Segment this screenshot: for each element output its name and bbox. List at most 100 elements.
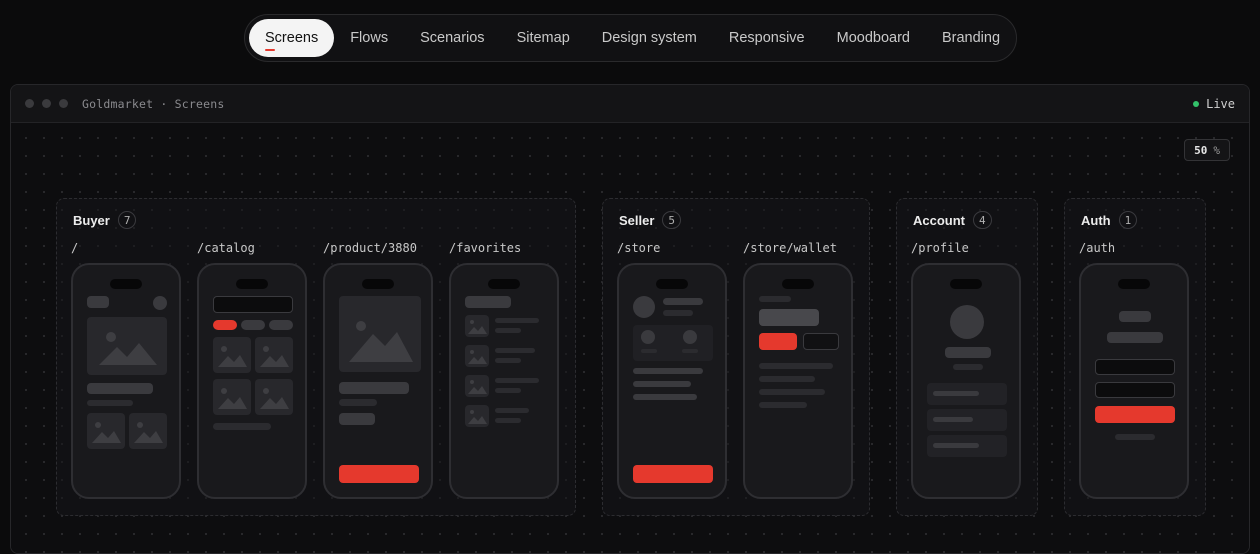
group-header: Account 4 xyxy=(913,211,992,229)
screen-thumbnail-catalog[interactable] xyxy=(197,263,307,499)
placeholder-block xyxy=(945,347,991,358)
placeholder-block xyxy=(641,349,657,353)
image-placeholder-icon xyxy=(129,413,167,449)
view-tabs: Screens Flows Scenarios Sitemap Design s… xyxy=(244,14,1017,62)
zoom-value: 50 xyxy=(1194,143,1208,157)
chip-placeholder xyxy=(269,320,293,330)
placeholder-block xyxy=(87,400,133,406)
tab-flows[interactable]: Flows xyxy=(334,19,404,57)
phone-notch xyxy=(362,279,394,289)
placeholder-block xyxy=(213,423,271,430)
phone-notch xyxy=(656,279,688,289)
phone-notch xyxy=(110,279,142,289)
placeholder-block xyxy=(495,378,539,383)
placeholder-block xyxy=(495,318,539,323)
placeholder-block xyxy=(1119,311,1151,322)
placeholder-block xyxy=(495,408,529,413)
tab-responsive[interactable]: Responsive xyxy=(713,19,821,57)
screen-thumbnail-auth[interactable] xyxy=(1079,263,1189,499)
placeholder-block xyxy=(1115,434,1155,440)
placeholder-block xyxy=(1107,332,1163,343)
screen-thumbnail-wallet[interactable] xyxy=(743,263,853,499)
primary-button-placeholder xyxy=(633,465,713,483)
placeholder-block xyxy=(759,376,815,382)
image-placeholder-icon xyxy=(213,337,251,373)
placeholder-block xyxy=(495,348,535,353)
image-placeholder-icon xyxy=(339,296,421,372)
group-name: Seller xyxy=(619,212,655,228)
placeholder-block xyxy=(633,381,691,387)
image-placeholder-icon xyxy=(255,379,293,415)
screen-thumbnail-product[interactable] xyxy=(323,263,433,499)
image-placeholder-icon xyxy=(213,379,251,415)
group-count-badge: 5 xyxy=(662,211,682,229)
placeholder-block xyxy=(759,402,807,408)
placeholder-block xyxy=(682,349,698,353)
screen-thumbnail-profile[interactable] xyxy=(911,263,1021,499)
zoom-unit: % xyxy=(1213,143,1220,157)
group-header: Auth 1 xyxy=(1081,211,1138,229)
route-label: /product/3880 xyxy=(323,241,417,255)
placeholder-block xyxy=(953,364,983,370)
phone-notch xyxy=(1118,279,1150,289)
chip-placeholder xyxy=(213,320,237,330)
window-title: Goldmarket · Screens xyxy=(82,96,225,111)
live-status: Live xyxy=(1193,97,1235,111)
placeholder-block xyxy=(663,298,703,305)
placeholder-block xyxy=(933,391,979,396)
image-placeholder-icon xyxy=(465,375,489,397)
route-label: /profile xyxy=(911,241,969,255)
avatar-placeholder xyxy=(153,296,167,310)
window-dot-icon[interactable] xyxy=(42,99,51,108)
screen-thumbnail-favorites[interactable] xyxy=(449,263,559,499)
placeholder-block xyxy=(339,399,377,406)
live-dot-icon xyxy=(1193,100,1200,107)
route-label: /store/wallet xyxy=(743,241,837,255)
placeholder-block xyxy=(339,382,409,394)
placeholder-block xyxy=(87,383,153,394)
window-controls xyxy=(25,99,68,108)
route-label: /auth xyxy=(1079,241,1116,255)
primary-button-placeholder xyxy=(339,465,419,483)
image-placeholder-icon xyxy=(87,317,167,375)
tab-screens[interactable]: Screens xyxy=(249,19,335,57)
placeholder-block xyxy=(495,358,521,363)
placeholder-block xyxy=(759,363,833,369)
group-header: Buyer 7 xyxy=(73,211,137,229)
avatar-placeholder xyxy=(950,305,984,339)
group-count-badge: 4 xyxy=(973,211,992,229)
placeholder-block xyxy=(633,368,703,374)
zoom-control[interactable]: 50 % xyxy=(1184,139,1230,161)
route-label: / xyxy=(71,241,79,255)
placeholder-block xyxy=(495,388,521,393)
window-dot-icon[interactable] xyxy=(25,99,34,108)
image-placeholder-icon xyxy=(255,337,293,373)
balance-placeholder xyxy=(759,309,819,326)
primary-button-placeholder xyxy=(759,333,797,350)
placeholder-block xyxy=(933,443,979,448)
tab-branding[interactable]: Branding xyxy=(926,19,1016,57)
screens-canvas[interactable]: 50 % Buyer 7 / /catalog /product/3880 /f… xyxy=(11,123,1249,553)
secondary-button-placeholder xyxy=(803,333,839,350)
tab-design-system[interactable]: Design system xyxy=(586,19,713,57)
group-header: Seller 5 xyxy=(619,211,682,229)
tab-moodboard[interactable]: Moodboard xyxy=(821,19,926,57)
screen-thumbnail-home[interactable] xyxy=(71,263,181,499)
primary-button-placeholder xyxy=(1095,406,1175,423)
image-placeholder-icon xyxy=(465,345,489,367)
tab-sitemap[interactable]: Sitemap xyxy=(501,19,586,57)
placeholder-block xyxy=(339,413,375,425)
group-auth: Auth 1 /auth xyxy=(1064,198,1206,516)
placeholder-block xyxy=(933,417,973,422)
group-account: Account 4 /profile xyxy=(896,198,1038,516)
placeholder-block xyxy=(87,296,109,308)
image-placeholder-icon xyxy=(465,405,489,427)
group-count-badge: 7 xyxy=(117,211,137,229)
placeholder-block xyxy=(465,296,511,308)
tab-scenarios[interactable]: Scenarios xyxy=(404,19,500,57)
group-name: Buyer xyxy=(73,212,110,228)
chip-placeholder xyxy=(241,320,265,330)
phone-notch xyxy=(782,279,814,289)
screen-thumbnail-store[interactable] xyxy=(617,263,727,499)
window-dot-icon[interactable] xyxy=(59,99,68,108)
